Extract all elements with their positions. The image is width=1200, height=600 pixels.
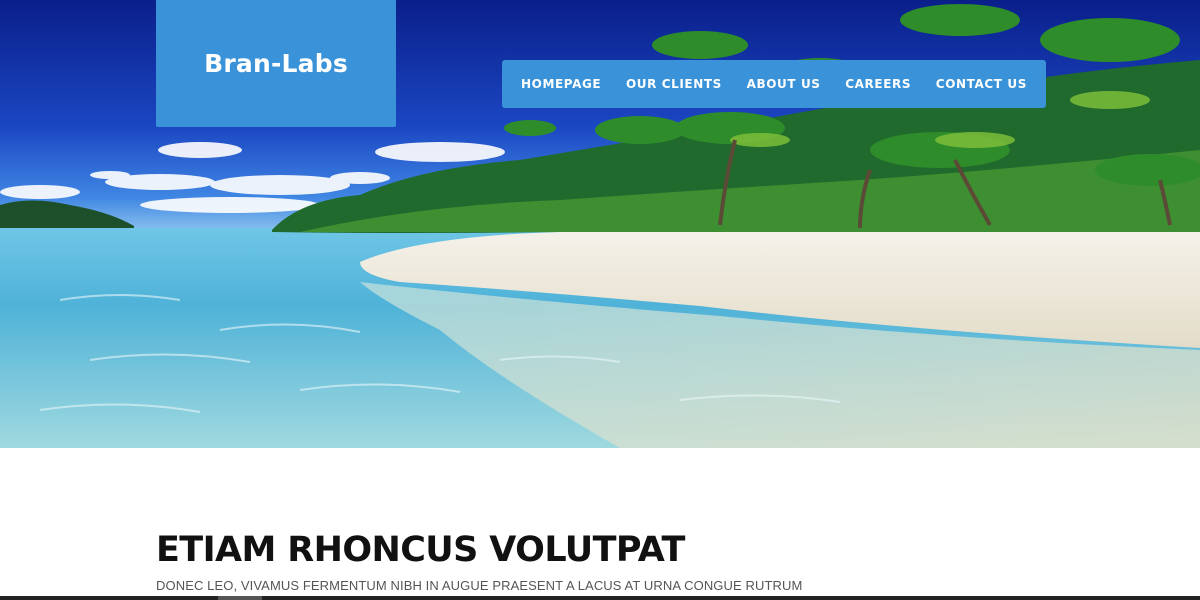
scrollbar-thumb[interactable] — [218, 596, 262, 600]
section-subheading: DONEC LEO, VIVAMUS FERMENTUM NIBH IN AUG… — [156, 578, 803, 593]
nav-about-us[interactable]: ABOUT US — [747, 77, 821, 91]
section-heading: ETIAM RHONCUS VOLUTPAT — [156, 530, 685, 570]
page: Bran-Labs HOMEPAGE OUR CLIENTS ABOUT US … — [0, 0, 1200, 600]
logo[interactable]: Bran-Labs — [156, 0, 396, 127]
nav-contact-us[interactable]: CONTACT US — [936, 77, 1027, 91]
nav-careers[interactable]: CAREERS — [845, 77, 911, 91]
nav-our-clients[interactable]: OUR CLIENTS — [626, 77, 722, 91]
horizontal-scrollbar[interactable] — [0, 596, 1200, 600]
nav-homepage[interactable]: HOMEPAGE — [521, 77, 601, 91]
intro-section: ETIAM RHONCUS VOLUTPAT DONEC LEO, VIVAMU… — [156, 528, 1056, 594]
hero-banner: Bran-Labs HOMEPAGE OUR CLIENTS ABOUT US … — [0, 0, 1200, 448]
main-nav: HOMEPAGE OUR CLIENTS ABOUT US CAREERS CO… — [502, 60, 1046, 108]
logo-text: Bran-Labs — [204, 49, 348, 78]
